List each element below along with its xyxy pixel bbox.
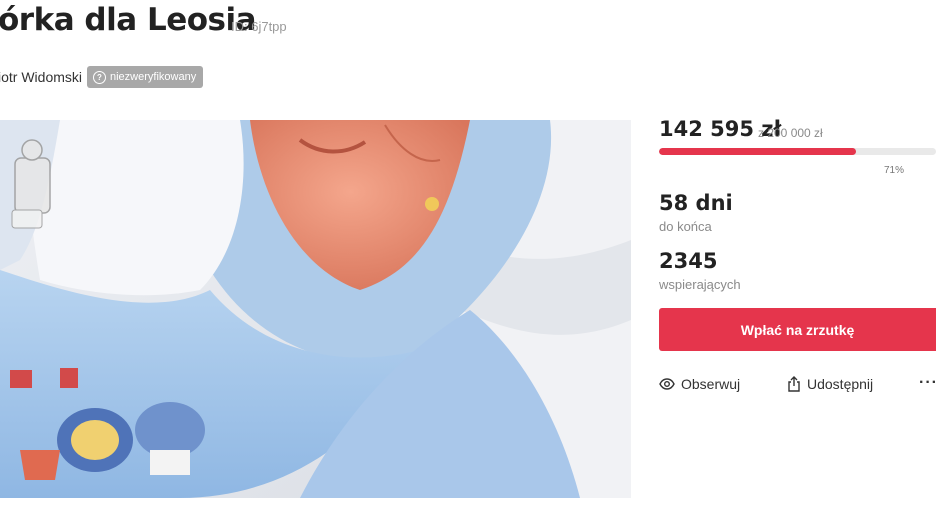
share-button[interactable]: Udostępnij <box>787 376 873 392</box>
days-left-value: 58 dni <box>659 191 733 215</box>
eye-icon <box>659 378 675 390</box>
share-label: Udostępnij <box>807 376 874 392</box>
more-dots-icon[interactable]: ··· <box>919 374 936 392</box>
progress-bar-fill <box>659 148 856 155</box>
watch-label: Obserwuj <box>681 376 741 392</box>
campaign-photo[interactable] <box>0 120 631 498</box>
goal-amount: z 200 000 zł <box>758 126 823 140</box>
campaign-photo-image <box>0 120 631 498</box>
supporters-label: wspierających <box>659 277 741 292</box>
organizer-name[interactable]: iotr Widomski <box>0 69 82 85</box>
progress-bar <box>659 148 936 155</box>
verification-badge[interactable]: ? niezweryfikowany <box>87 66 204 88</box>
progress-percent: 71% <box>884 165 905 176</box>
donate-button[interactable]: Wpłać na zrzutkę <box>659 308 936 351</box>
campaign-title: órka dla Leosia <box>0 2 257 38</box>
share-icon <box>788 376 800 392</box>
question-circle-icon: ? <box>93 70 106 84</box>
watch-button[interactable]: Obserwuj <box>659 376 740 392</box>
campaign-id: ID: 6j7tpp <box>231 19 287 34</box>
days-left-label: do końca <box>659 219 712 234</box>
supporters-count: 2345 <box>659 249 718 273</box>
verification-badge-label: niezweryfikowany <box>110 71 197 83</box>
